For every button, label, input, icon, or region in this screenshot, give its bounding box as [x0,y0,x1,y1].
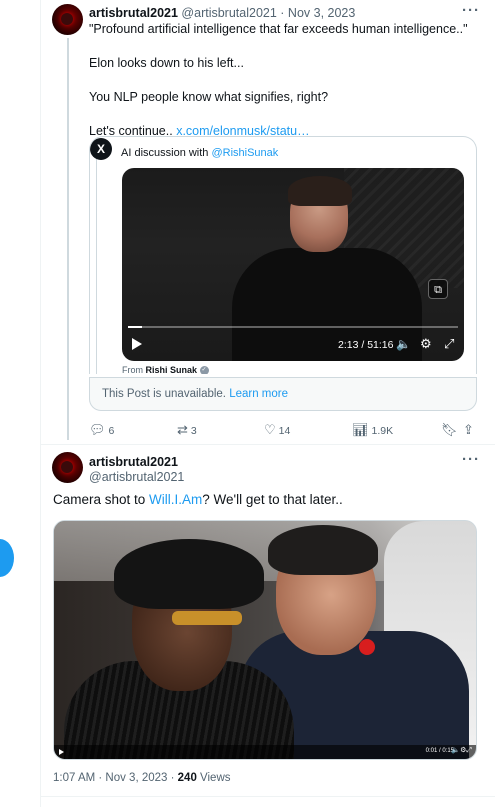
video-time: 2:13 / 51:16 [338,339,394,351]
volume-icon[interactable]: 🔈 [396,337,411,351]
video-progress-bar[interactable] [128,326,458,328]
mention-link[interactable]: Will.I.Am [149,492,202,507]
video-person-hair [268,525,378,575]
separator: · [276,6,288,20]
compose-fab-edge[interactable] [0,539,14,577]
handle[interactable]: @artisbrutal2021 [181,6,276,20]
picture-in-picture-icon[interactable]: ⧉ [428,279,448,299]
play-icon[interactable] [132,338,142,350]
post-unavailable-notice: This Post is unavailable. Learn more [89,377,477,411]
video-person-cap [114,539,264,609]
gear-icon[interactable]: ⚙ [420,336,432,352]
share-button[interactable]: ⇪ [463,422,477,438]
views-icon: 📊︎ [352,422,369,437]
tweet-timestamp[interactable]: 1:07 AM · Nov 3, 2023 · [53,772,178,784]
heart-icon: ♡ [264,422,276,437]
avatar[interactable] [52,4,83,35]
verified-icon: ✓ [199,366,209,374]
quoted-post-card[interactable]: X AI discussion with @RishiSunak ⧉ 2:13 … [89,136,477,374]
tweet-actions: 💬︎ 6 ⇄ 3 ♡ 14 📊︎ 1.9K 🔖︎ ⇪ [89,422,479,438]
bookmark-icon: 🔖︎ [441,422,458,437]
tweet-line: You NLP people know what signifies, righ… [89,90,329,104]
quote-divider [96,137,97,374]
video-progress-fill [128,326,143,328]
display-name[interactable]: artisbrutal2021 [89,6,178,20]
unavailable-text: This Post is unavailable. [102,388,230,400]
like-button[interactable]: ♡ 14 [264,422,290,438]
reply-button[interactable]: 💬︎ 6 [89,422,114,438]
learn-more-link[interactable]: Learn more [229,388,288,400]
poppy-pin [359,639,375,655]
video-time: 0:01 / 0:15 [425,748,454,754]
reply-icon: 💬︎ [89,422,106,437]
from-label: From [122,365,146,374]
timeline-left-border [40,0,41,807]
like-count: 14 [278,425,291,437]
reply-count: 6 [108,425,115,437]
video-control-icons[interactable]: 🔈⚙⤢ [451,746,472,755]
tweet-text: Camera shot to [53,492,150,507]
video-controls: 2:13 / 51:16 🔈 ⚙ ⤢ [130,336,456,354]
tweet-divider [40,444,495,445]
views-button[interactable]: 📊︎ 1.9K [352,422,393,438]
quote-title-text: AI discussion with [121,147,212,159]
repost-icon: ⇄ [177,422,188,437]
more-options-icon[interactable]: ··· [462,2,480,19]
tweet-meta: 1:07 AM · Nov 3, 2023 · 240 Views [53,772,231,784]
views-count: 240 [177,772,197,784]
video-controls: 0:01 / 0:15 🔈⚙⤢ [54,745,476,759]
avatar[interactable] [52,452,83,483]
tweet-line: Elon looks down to his left... [89,56,244,70]
bottom-divider [40,796,495,797]
video-player[interactable]: 0:01 / 0:15 🔈⚙⤢ [53,520,477,760]
tweet-date[interactable]: Nov 3, 2023 [288,6,355,20]
mention-link[interactable]: @RishiSunak [211,147,278,159]
fullscreen-icon[interactable]: ⤢ [444,336,454,352]
bookmark-button[interactable]: 🔖︎ [441,422,461,438]
display-name[interactable]: artisbrutal2021 [89,455,178,469]
tweet-text: ? We'll get to that later.. [202,492,343,507]
quote-title: AI discussion with @RishiSunak [121,147,278,159]
from-name[interactable]: Rishi Sunak [146,365,198,374]
thread-connector [67,38,69,440]
tweet-line: "Profound artificial intelligence that f… [89,22,468,36]
view-count: 1.9K [371,425,394,437]
tweet-body: Camera shot to Will.I.Am? We'll get to t… [53,492,343,507]
tweet-header: artisbrutal2021 @artisbrutal2021 · Nov 3… [89,6,355,20]
x-logo-icon: X [90,138,112,160]
more-options-icon[interactable]: ··· [462,451,480,468]
video-source: From Rishi Sunak ✓ [122,365,209,374]
repost-count: 3 [190,425,197,437]
video-person-glasses [172,611,242,625]
play-icon[interactable] [59,749,64,755]
share-icon: ⇪ [463,422,474,437]
video-person-hair [288,176,352,206]
repost-button[interactable]: ⇄ 3 [177,422,197,438]
handle[interactable]: @artisbrutal2021 [89,470,184,484]
views-label: Views [196,772,231,784]
video-player[interactable]: ⧉ 2:13 / 51:16 🔈 ⚙ ⤢ [122,168,464,361]
